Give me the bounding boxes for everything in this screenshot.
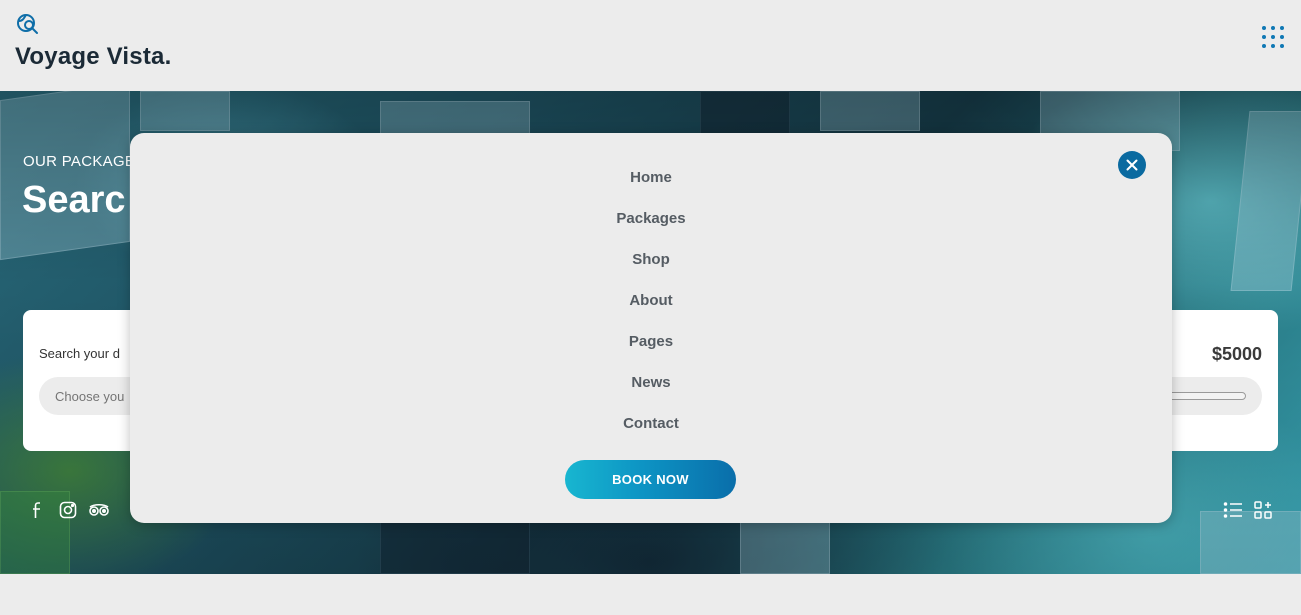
- modal-nav: Home Packages Shop About Pages News Cont…: [130, 167, 1172, 454]
- facebook-icon[interactable]: [28, 500, 48, 520]
- search-label: Search your d: [39, 346, 120, 361]
- globe-search-icon[interactable]: [16, 12, 40, 36]
- nav-link-packages[interactable]: Packages: [616, 208, 685, 230]
- price-value: $5000: [1211, 344, 1262, 364]
- section-heading: Searc: [22, 179, 126, 221]
- section-eyebrow: OUR PACKAGE: [23, 153, 136, 170]
- nav-link-about[interactable]: About: [629, 290, 672, 312]
- site-header: Voyage Vista.: [0, 0, 1301, 91]
- navigation-modal: Home Packages Shop About Pages News Cont…: [130, 133, 1172, 523]
- grid-dots-icon[interactable]: [1262, 26, 1284, 48]
- list-view-icon[interactable]: [1223, 500, 1243, 520]
- brand-name[interactable]: Voyage Vista.: [15, 43, 171, 71]
- tripadvisor-icon[interactable]: [88, 500, 110, 520]
- nav-link-home[interactable]: Home: [630, 167, 672, 189]
- book-now-button[interactable]: BOOK NOW: [565, 460, 736, 499]
- instagram-icon[interactable]: [58, 500, 78, 520]
- nav-link-contact[interactable]: Contact: [623, 413, 679, 435]
- nav-link-pages[interactable]: Pages: [629, 331, 673, 353]
- nav-link-shop[interactable]: Shop: [632, 249, 670, 271]
- grid-view-icon[interactable]: [1253, 500, 1273, 520]
- nav-link-news[interactable]: News: [631, 372, 670, 394]
